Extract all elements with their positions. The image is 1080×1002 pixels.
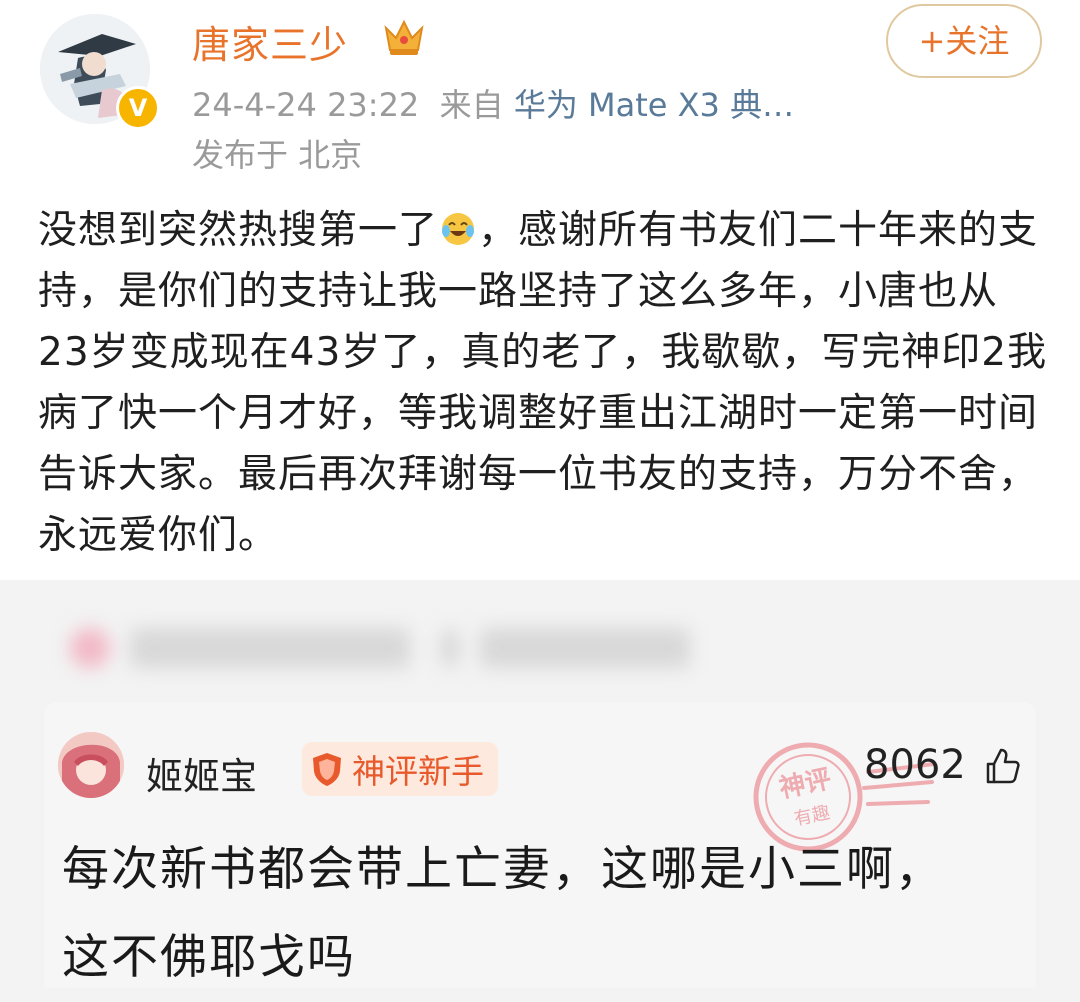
source-prefix: 来自 (439, 86, 504, 124)
post-content: 没想到突然热搜第一了 ，感谢所有书友们二十年来的支持，是你们的支持让我一路坚持了… (38, 200, 1048, 566)
badge-label: 神评新手 (352, 752, 484, 791)
crown-icon (384, 19, 424, 55)
author-name[interactable]: 唐家三少 (192, 14, 348, 69)
thumbs-up-icon[interactable] (982, 746, 1022, 786)
follow-button[interactable]: +关注 (886, 4, 1042, 78)
laughing-tears-emoji (442, 213, 475, 245)
comment-text: 每次新书都会带上亡妻，这哪是小三啊，这不佛耶戈吗 (62, 842, 944, 985)
weibo-post: V 唐家三少 +关注 24-4-24 23:22 来自 华为 Mate X3 典… (0, 0, 1080, 580)
stamp-line1: 神评 (777, 764, 834, 804)
post-text-part1: 没想到突然热搜第一了 (38, 208, 439, 253)
blurred-section-header (60, 618, 700, 678)
post-text-part2: ，感谢所有书友们二十年来的支持，是你们的支持让我一路坚持了这么多年，小唐也从23… (38, 208, 1048, 558)
shield-badge-icon (313, 753, 341, 786)
commenter-name[interactable]: 姬姬宝 (146, 746, 257, 800)
like-count: 8062 (864, 742, 966, 788)
commenter-avatar[interactable] (58, 732, 124, 798)
verified-v-icon: V (116, 86, 160, 130)
post-location: 发布于 北京 (192, 136, 363, 174)
top-comment: 姬姬宝 神评新手 神评 有趣 8062 每次新书都会带上亡妻，这哪是小三啊，这不… (44, 702, 1036, 988)
post-time: 24-4-24 23:22 (192, 86, 420, 124)
shen-ping-badge: 神评新手 (302, 742, 498, 796)
source-device-link[interactable]: 华为 Mate X3 典… (514, 86, 794, 124)
post-meta: 24-4-24 23:22 来自 华为 Mate X3 典… (192, 80, 794, 126)
